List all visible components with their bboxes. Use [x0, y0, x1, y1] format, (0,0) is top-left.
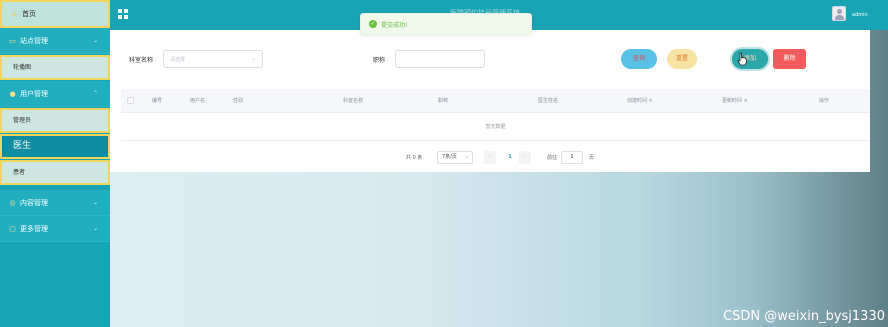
goto-page-input[interactable]: 1: [561, 151, 583, 164]
reset-button[interactable]: 重置: [667, 49, 697, 69]
sidebar: ⌂ 首页 ▭ 站点管理 ⌄ 轮播图 ● 用户管理 ⌃ 管理员 医生 患者 ◎ 内容管理 …: [0, 0, 110, 327]
menu-grid-icon[interactable]: [118, 9, 129, 20]
page-size-value: 7条/页: [442, 154, 457, 160]
column-header: 用户名: [190, 98, 206, 104]
sidebar-subitem-admin[interactable]: 管理员: [0, 108, 110, 133]
sidebar-item-site-management[interactable]: ▭ 站点管理 ⌄: [0, 28, 110, 54]
main-content: 科室名称 请选择 ⌄ 职称 查询 重置 添加 删除 编号 用户名 性别 科室名称…: [110, 30, 888, 327]
user-icon: ●: [9, 90, 16, 98]
sidebar-subitem-doctor[interactable]: 医生: [0, 134, 110, 159]
site-icon: ▭: [9, 37, 16, 45]
chevron-down-icon: ⌄: [250, 55, 256, 62]
more-icon: ▢: [9, 225, 16, 233]
home-icon: ⌂: [12, 10, 17, 18]
column-header: 操作: [819, 98, 830, 104]
sidebar-item-label: 患者: [13, 169, 26, 176]
sidebar-item-label: 管理员: [13, 117, 32, 124]
sidebar-item-home[interactable]: ⌂ 首页: [0, 0, 110, 28]
dept-select-placeholder: 请选择: [170, 57, 186, 63]
chevron-down-icon: ⌄: [92, 225, 98, 232]
column-header-sortable[interactable]: 更新时间 ≑: [722, 97, 748, 104]
table-empty-text: 暂无数据: [121, 113, 870, 141]
chevron-up-icon: ⌃: [92, 90, 98, 97]
sidebar-item-label: 轮播图: [13, 64, 32, 71]
sidebar-item-label: 站点管理: [20, 37, 48, 45]
next-page-button[interactable]: ›: [519, 151, 531, 164]
prev-page-button[interactable]: ‹: [484, 151, 496, 164]
table-header: 编号 用户名 性别 科室名称 职称 医生姓名 创建时间 ≑ 更新时间 ≑ 操作: [121, 89, 870, 113]
chevron-down-icon: ⌄: [464, 154, 469, 160]
sidebar-subitem-patient[interactable]: 患者: [0, 160, 110, 185]
hand-cursor-icon: [737, 52, 747, 66]
current-page-number[interactable]: 1: [503, 151, 517, 164]
column-header: 科室名称: [343, 98, 364, 104]
pagination: 共 0 条 7条/页 ⌄ ‹ 1 › 前往 1 页: [110, 151, 870, 165]
dept-label: 科室名称: [129, 57, 154, 64]
sidebar-item-user-management[interactable]: ● 用户管理 ⌃: [0, 81, 110, 107]
column-header: 编号: [152, 98, 163, 104]
column-header: 性别: [233, 98, 244, 104]
sidebar-subitem-carousel[interactable]: 轮播图: [0, 55, 110, 80]
column-header-sortable[interactable]: 创建时间 ≑: [627, 97, 653, 104]
dept-select[interactable]: 请选择 ⌄: [163, 50, 263, 68]
pagination-total: 共 0 条: [406, 155, 423, 161]
column-header: 医生姓名: [538, 98, 559, 104]
sidebar-item-more-management[interactable]: ▢ 更多管理 ⌄: [0, 216, 110, 242]
sidebar-item-label: 用户管理: [20, 90, 48, 98]
watermark: CSDN @weixin_bysj1330: [723, 309, 885, 324]
select-all-checkbox[interactable]: [127, 97, 134, 104]
success-check-icon: ✓: [369, 20, 377, 28]
content-panel: 科室名称 请选择 ⌄ 职称 查询 重置 添加 删除 编号 用户名 性别 科室名称…: [110, 30, 870, 172]
sidebar-item-label: 内容管理: [20, 199, 48, 207]
sidebar-item-label: 首页: [22, 10, 36, 18]
page-unit-label: 页: [589, 155, 595, 161]
column-header: 职称: [438, 98, 449, 104]
delete-button[interactable]: 删除: [773, 49, 806, 69]
sidebar-item-content-management[interactable]: ◎ 内容管理 ⌄: [0, 190, 110, 216]
chevron-down-icon: ⌄: [92, 199, 98, 206]
toast-message: 提交成功!: [381, 22, 408, 29]
success-toast: ✓ 提交成功!: [360, 13, 532, 35]
search-button[interactable]: 查询: [621, 49, 657, 69]
sidebar-item-label: 医生: [13, 141, 32, 151]
goto-label: 前往: [547, 155, 558, 161]
content-icon: ◎: [9, 199, 16, 207]
title-label: 职称: [373, 57, 386, 64]
page-size-select[interactable]: 7条/页 ⌄: [437, 151, 473, 164]
sidebar-item-label: 更多管理: [20, 225, 48, 233]
chevron-down-icon: ⌄: [92, 37, 98, 44]
username[interactable]: admin: [852, 12, 868, 18]
title-input[interactable]: [395, 50, 485, 68]
avatar[interactable]: [832, 6, 846, 21]
